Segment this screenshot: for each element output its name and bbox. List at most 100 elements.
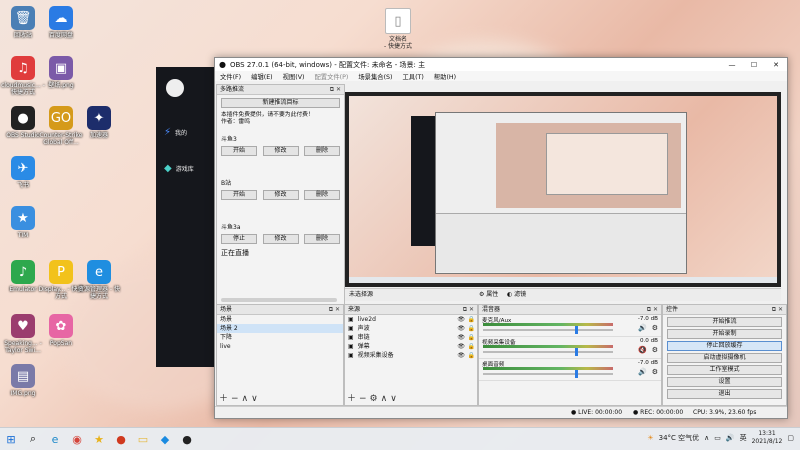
menu-file[interactable]: 文件(F) (215, 72, 246, 81)
lock-icon[interactable]: 🔒 (468, 351, 475, 360)
menu-profile[interactable]: 配置文件(P) (309, 72, 353, 81)
clock[interactable]: 13:31 2021/8/12 (752, 430, 783, 446)
gear-icon[interactable]: ⚙ (652, 324, 658, 332)
visibility-icon[interactable]: 👁 (457, 324, 465, 333)
search-icon[interactable]: ⌕ (22, 428, 44, 450)
explorer-shortcut-icon[interactable]: ◆ (154, 428, 176, 450)
source-item[interactable]: ▣ 弹幕 👁 🔒 (345, 342, 477, 351)
lock-icon[interactable]: 🔒 (468, 333, 475, 342)
lock-icon[interactable]: 🔒 (468, 315, 475, 324)
dock-float-icon[interactable]: ⧉ ✕ (330, 85, 341, 94)
speaker-icon[interactable]: 🔊 (638, 324, 647, 332)
desktop-icon[interactable]: ★ TIM (0, 206, 46, 239)
volume-icon[interactable]: 🔊 (726, 434, 735, 442)
obs-taskbar-icon[interactable]: ● (176, 428, 198, 450)
dock-float-icon[interactable]: ⧉ ✕ (463, 305, 474, 314)
bgapp-item-mine[interactable]: ⚡ 我的 (164, 127, 187, 138)
stream-target-button[interactable]: 删除 (304, 234, 340, 244)
desktop-file[interactable]: ▯ 文档名 - 快捷方式 (375, 8, 421, 50)
stream-target-button[interactable]: 修改 (262, 190, 299, 200)
scene-item[interactable]: live (217, 342, 343, 351)
menu-edit[interactable]: 编辑(E) (246, 72, 278, 81)
gear-icon[interactable]: ⚙ (652, 368, 658, 376)
properties-button[interactable]: ⚙ 属性 (479, 289, 498, 301)
lock-icon[interactable]: 🔒 (468, 342, 475, 351)
menu-scene-collection[interactable]: 场景集合(S) (353, 72, 397, 81)
desktop-icon[interactable]: ✿ PopSan (38, 314, 84, 347)
background-app-window[interactable]: ⚡ 我的 ◆ 游戏库 (156, 67, 218, 367)
scene-item[interactable]: 场景 2 (217, 324, 343, 333)
source-item[interactable]: ▣ 声波 👁 🔒 (345, 324, 477, 333)
desktop-icon[interactable]: e 资源管理器 - 快捷方式 (76, 260, 122, 300)
stream-target-button[interactable]: 修改 (262, 146, 299, 156)
control-button[interactable]: 设置 (667, 377, 782, 387)
bgapp-item-library[interactable]: ◆ 游戏库 (164, 163, 194, 174)
visibility-icon[interactable]: 👁 (457, 315, 465, 324)
source-item[interactable]: ▣ 串链 👁 🔒 (345, 333, 477, 342)
chrome-icon[interactable]: ◉ (66, 428, 88, 450)
desktop-icon[interactable]: ☁ 百度网盘 (38, 6, 84, 39)
network-icon[interactable]: ▭ (714, 434, 721, 442)
obs-window[interactable]: ● OBS 27.0.1 (64-bit, windows) - 配置文件: 未… (214, 57, 788, 419)
folder-icon[interactable]: ▭ (132, 428, 154, 450)
scene-controls[interactable]: ＋−∧∨ (219, 391, 261, 404)
desktop-icon[interactable]: ▤ IMG.png (0, 364, 46, 397)
dock-float-icon[interactable]: ⧉ ✕ (329, 305, 340, 314)
gear-icon[interactable]: ⚙ (652, 346, 658, 354)
volume-slider[interactable] (483, 351, 613, 353)
control-button[interactable]: 工作室模式 (667, 365, 782, 375)
stream-target-button[interactable]: 开始 (221, 190, 257, 200)
maximize-icon[interactable]: ☐ (743, 61, 765, 69)
new-target-button[interactable]: 新建推流目标 (221, 98, 340, 108)
obs-titlebar[interactable]: ● OBS 27.0.1 (64-bit, windows) - 配置文件: 未… (215, 58, 787, 71)
netease-icon[interactable]: ● (110, 428, 132, 450)
scene-item[interactable]: 下降 (217, 333, 343, 342)
dock-float-icon[interactable]: ⧉ ✕ (772, 305, 783, 314)
edge-icon[interactable]: e (44, 428, 66, 450)
volume-slider[interactable] (483, 329, 613, 331)
ime-icon[interactable]: 英 (740, 433, 747, 443)
source-item[interactable]: ▣ live2d 👁 🔒 (345, 315, 477, 324)
source-item[interactable]: ▣ 视频采集设备 👁 🔒 (345, 351, 477, 360)
control-button[interactable]: 启动虚拟摄像机 (667, 353, 782, 363)
volume-slider-handle[interactable] (575, 370, 578, 378)
menu-help[interactable]: 帮助(H) (429, 72, 461, 81)
stream-target-button[interactable]: 停止 (221, 234, 257, 244)
visibility-icon[interactable]: 👁 (457, 342, 465, 351)
menu-tools[interactable]: 工具(T) (397, 72, 428, 81)
stream-target-button[interactable]: 修改 (262, 234, 299, 244)
control-button[interactable]: 开始推流 (667, 317, 782, 327)
volume-slider-handle[interactable] (575, 326, 578, 334)
dock-scrollbar[interactable] (221, 298, 337, 302)
desktop-icon[interactable]: ✦ 加速器 (76, 106, 122, 139)
volume-slider-handle[interactable] (575, 348, 578, 356)
stream-target-button[interactable]: 开始 (221, 146, 257, 156)
tray-chevron-icon[interactable]: ∧ (704, 434, 709, 442)
stream-target-button[interactable]: 删除 (304, 146, 340, 156)
minimize-icon[interactable]: — (721, 61, 743, 69)
close-icon[interactable]: ✕ (765, 61, 787, 69)
speaker-icon[interactable]: 🔊 (638, 368, 647, 376)
visibility-icon[interactable]: 👁 (457, 333, 465, 342)
volume-slider[interactable] (483, 373, 613, 375)
control-button[interactable]: 退出 (667, 389, 782, 399)
control-button[interactable]: 开始录制 (667, 329, 782, 339)
star-app-icon[interactable]: ★ (88, 428, 110, 450)
start-icon[interactable]: ⊞ (0, 428, 22, 450)
scenes-list: 场景 场景 2 下降 live (217, 315, 343, 351)
notification-icon[interactable]: ▢ (787, 434, 794, 442)
preview-canvas[interactable] (345, 92, 781, 287)
desktop-icon[interactable]: ✈ 飞书 (0, 156, 46, 189)
scene-item[interactable]: 场景 (217, 315, 343, 324)
desktop-icon[interactable]: ▣ 壁纸.png (38, 56, 84, 89)
visibility-icon[interactable]: 👁 (457, 351, 465, 360)
lock-icon[interactable]: 🔒 (468, 324, 475, 333)
stream-target-button[interactable]: 删除 (304, 190, 340, 200)
mute-icon[interactable]: 🔇 (638, 346, 647, 354)
menu-view[interactable]: 视图(V) (278, 72, 310, 81)
dock-float-icon[interactable]: ⧉ ✕ (647, 305, 658, 314)
source-controls[interactable]: ＋−⚙∧∨ (347, 391, 400, 404)
control-button[interactable]: 停止回放缓存 (667, 341, 782, 351)
filters-button[interactable]: ◐ 滤镜 (507, 289, 526, 301)
weather-text[interactable]: 34°C 空气优 (659, 433, 700, 443)
